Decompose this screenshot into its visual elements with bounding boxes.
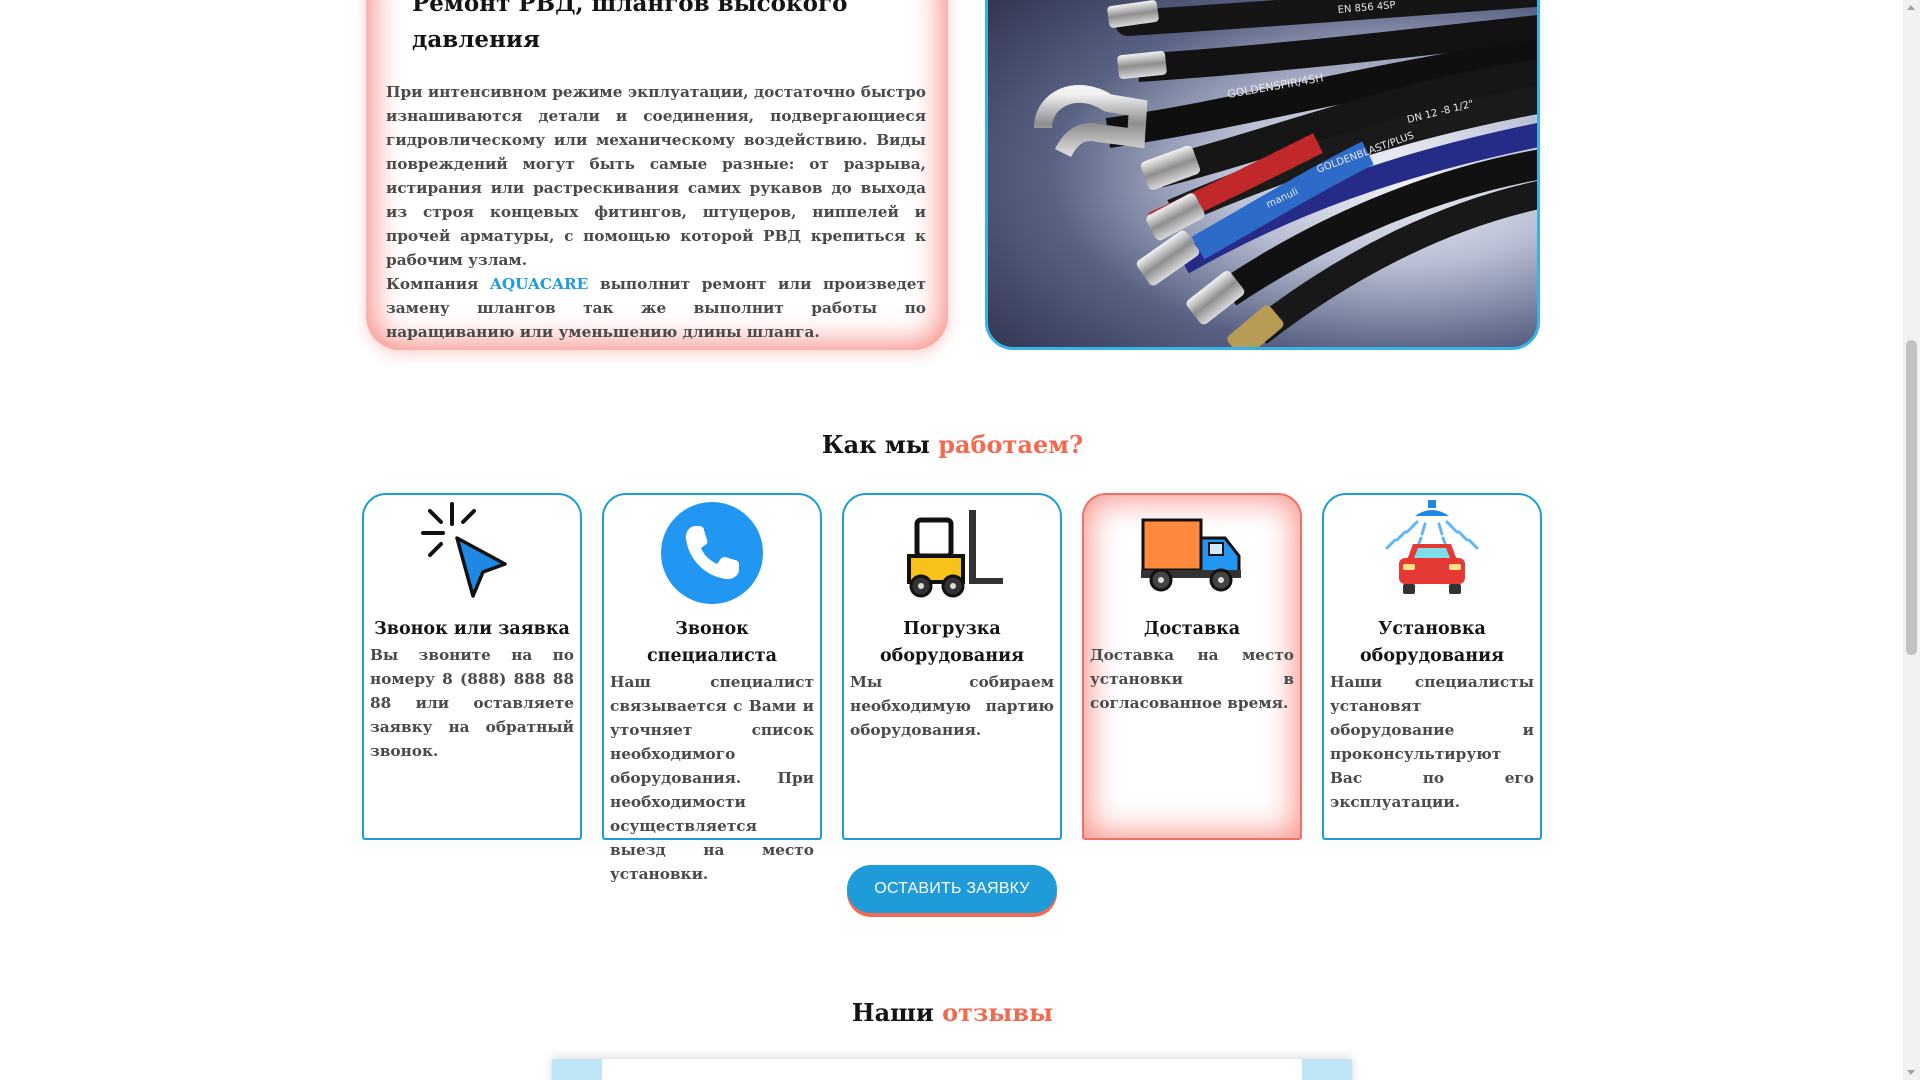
paragraph-text: Компания xyxy=(386,275,490,293)
scroll-down-arrow-icon[interactable] xyxy=(1907,1070,1915,1075)
repair-info-card: Ремонт РВД, шлангов высокого давления Пр… xyxy=(366,0,948,350)
forklift-icon xyxy=(907,510,1003,598)
reviews-title: Наши отзывы xyxy=(0,998,1905,1027)
title-text: Как мы xyxy=(821,430,939,459)
step-card-request: Звонок или заявка Вы звоните на по номер… xyxy=(362,493,582,840)
repair-paragraph-1: При интенсивном режиме экплуатации, дост… xyxy=(386,83,926,269)
scrollbar-thumb[interactable] xyxy=(1906,340,1917,655)
repair-description: При интенсивном режиме экплуатации, дост… xyxy=(386,80,926,344)
step-title: Звонок или заявка xyxy=(374,619,570,639)
phone-icon xyxy=(661,502,763,604)
step-title: Установка оборудования xyxy=(1359,619,1504,666)
step-card-specialist-call: Звонок специалиста Наш специалист связыв… xyxy=(602,493,822,883)
step-description: Наши специалисты установят оборудование … xyxy=(1330,673,1534,811)
repair-title: Ремонт РВД, шлангов высокого давления xyxy=(412,0,848,53)
page-scrollbar[interactable] xyxy=(1903,0,1920,1080)
review-card xyxy=(602,1059,1302,1080)
leave-request-button[interactable]: ОСТАВИТЬ ЗАЯВКУ xyxy=(847,865,1057,913)
step-description: Наш специалист связывается с Вами и уточ… xyxy=(610,673,814,883)
step-description: Вы звоните на по номеру 8 (888) 888 88 8… xyxy=(370,646,574,760)
repair-paragraph-2: Компания AQUACARE выполнит ремонт или пр… xyxy=(386,272,926,344)
car-wash-icon xyxy=(1385,500,1479,594)
step-card-installation: Установка оборудования Наши специалисты … xyxy=(1322,493,1542,840)
step-title: Погрузка оборудования xyxy=(879,619,1024,666)
title-accent: работаем? xyxy=(938,430,1084,459)
brand-name: AQUACARE xyxy=(489,275,589,293)
step-description: Доставка на место установки в согласован… xyxy=(1090,646,1294,712)
reviews-slider[interactable] xyxy=(552,1059,1352,1080)
step-description: Мы собираем необходимую партию оборудова… xyxy=(850,673,1054,739)
delivery-truck-icon xyxy=(1141,518,1241,592)
cursor-click-icon xyxy=(421,502,507,598)
title-text: Наши xyxy=(851,998,943,1027)
hydraulic-hoses-photo: EN 856 4SP GOLDENSPIR/4SH DN 12 -8 1/2" … xyxy=(985,0,1540,350)
step-title: Звонок специалиста xyxy=(646,619,777,666)
hoses-illustration: EN 856 4SP GOLDENSPIR/4SH DN 12 -8 1/2" … xyxy=(1034,0,1537,347)
how-we-work-title: Как мы работаем? xyxy=(0,430,1905,459)
scroll-up-arrow-icon[interactable] xyxy=(1907,5,1915,10)
title-accent: отзывы xyxy=(942,998,1054,1027)
step-card-delivery: Доставка Доставка на место установки в с… xyxy=(1082,493,1302,840)
step-card-loading: Погрузка оборудования Мы собираем необхо… xyxy=(842,493,1062,840)
step-title: Доставка xyxy=(1143,619,1241,639)
